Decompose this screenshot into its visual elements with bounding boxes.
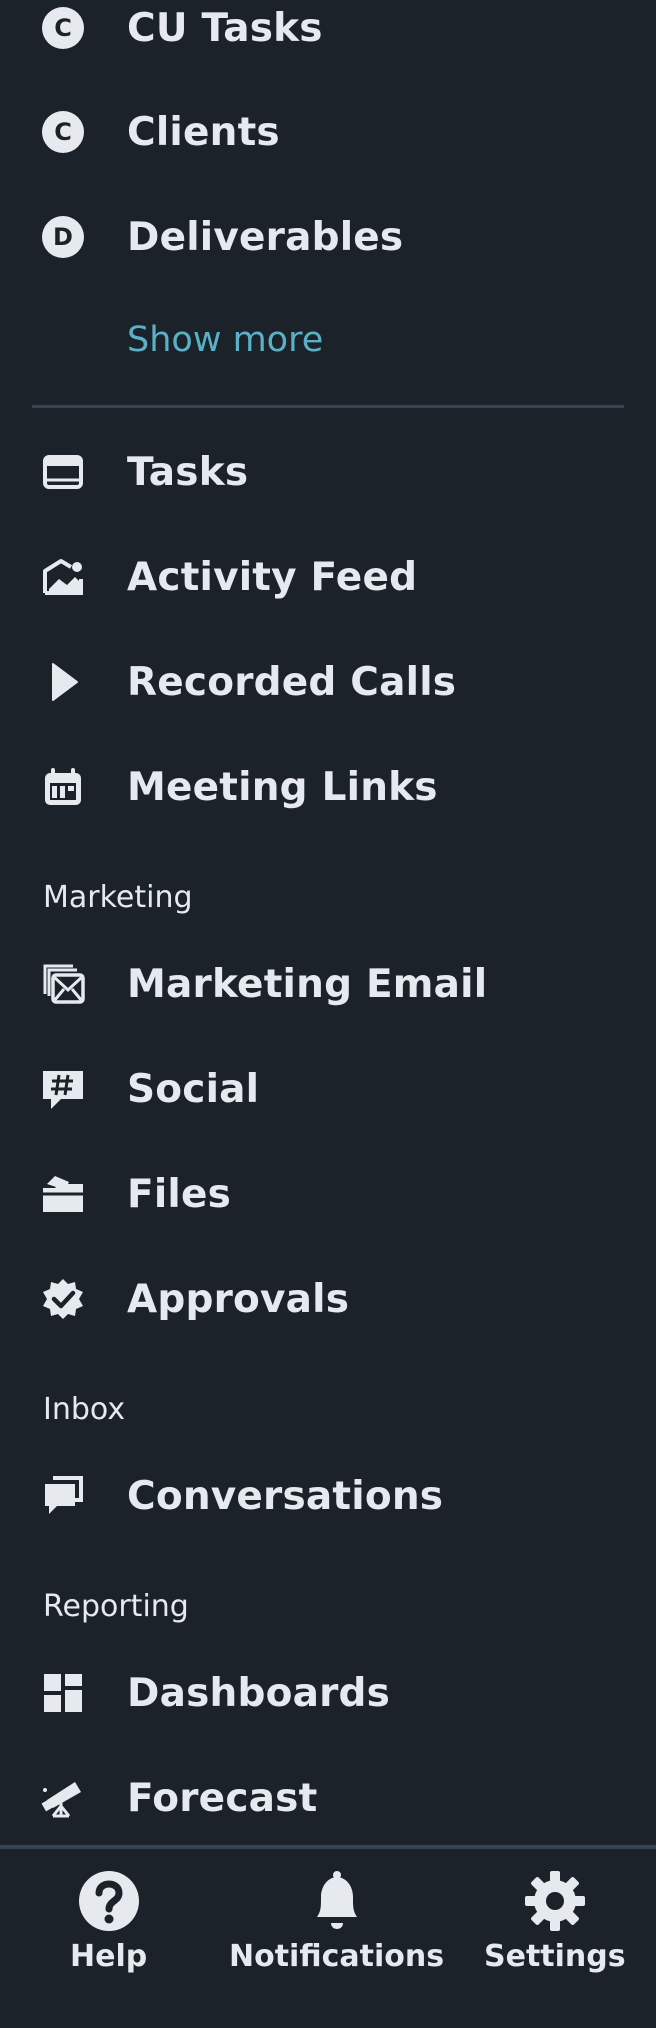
letter-c-badge-icon: C — [40, 109, 86, 155]
folder-icon — [40, 1171, 86, 1217]
notifications-button[interactable]: Notifications — [229, 1869, 444, 1974]
play-icon — [40, 659, 86, 705]
menu-item-approvals[interactable]: Approvals — [0, 1259, 656, 1339]
badge-letter: C — [42, 7, 84, 49]
menu-item-deliverables[interactable]: D Deliverables — [0, 197, 656, 277]
menu-item-conversations[interactable]: Conversations — [0, 1456, 656, 1536]
menu-item-marketing-email[interactable]: Marketing Email — [0, 944, 656, 1024]
menu-item-social[interactable]: Social — [0, 1049, 656, 1129]
activity-feed-icon — [40, 554, 86, 600]
letter-c-badge-icon: C — [40, 5, 86, 51]
menu-item-label: Clients — [127, 109, 280, 155]
help-icon — [78, 1871, 139, 1931]
help-label: Help — [70, 1939, 148, 1974]
menu-item-label: Deliverables — [127, 214, 404, 260]
show-more-link[interactable]: Show more — [127, 320, 323, 360]
menu-item-label: Marketing Email — [127, 961, 488, 1007]
menu-item-meeting-links[interactable]: Meeting Links — [0, 747, 656, 827]
menu-item-label: Dashboards — [127, 1670, 391, 1716]
menu-item-label: Conversations — [127, 1473, 444, 1519]
menu-item-dashboards[interactable]: Dashboards — [0, 1653, 656, 1733]
section-header-inbox: Inbox — [43, 1392, 126, 1427]
settings-button[interactable]: Settings — [484, 1869, 626, 1974]
section-header-reporting: Reporting — [43, 1589, 189, 1624]
menu-item-label: Files — [127, 1171, 232, 1217]
menu-item-label: Activity Feed — [127, 554, 418, 600]
help-button[interactable]: Help — [70, 1869, 147, 1974]
telescope-icon — [40, 1775, 86, 1821]
gear-icon — [524, 1871, 585, 1931]
settings-label: Settings — [484, 1939, 626, 1974]
menu-item-forecast[interactable]: Forecast — [0, 1758, 656, 1838]
marketing-email-icon — [40, 961, 86, 1007]
menu-item-label: Meeting Links — [127, 764, 438, 810]
letter-d-badge-icon: D — [40, 214, 86, 260]
conversations-icon — [40, 1473, 86, 1519]
social-hashtag-icon — [40, 1066, 86, 1112]
menu-item-files[interactable]: Files — [0, 1154, 656, 1234]
menu-item-tasks[interactable]: Tasks — [0, 432, 656, 512]
menu-item-label: Tasks — [127, 449, 249, 495]
menu-item-clients[interactable]: C Clients — [0, 92, 656, 172]
approval-badge-icon — [40, 1276, 86, 1322]
menu-item-label: Forecast — [127, 1775, 318, 1821]
menu-item-recorded-calls[interactable]: Recorded Calls — [0, 642, 656, 722]
menu-item-cu-tasks[interactable]: C CU Tasks — [0, 0, 656, 68]
badge-letter: C — [42, 111, 84, 153]
tasks-icon — [40, 449, 86, 495]
badge-letter: D — [42, 216, 84, 258]
calendar-icon — [40, 764, 86, 810]
menu-item-label: Recorded Calls — [127, 659, 457, 705]
menu-item-label: CU Tasks — [127, 5, 323, 51]
bottom-navigation-bar: Help Notifications Settings — [0, 1845, 656, 2028]
bell-icon — [316, 1871, 357, 1929]
dashboard-icon — [40, 1670, 86, 1716]
section-header-marketing: Marketing — [43, 880, 193, 915]
menu-item-label: Approvals — [127, 1276, 350, 1322]
menu-item-activity-feed[interactable]: Activity Feed — [0, 537, 656, 617]
notifications-label: Notifications — [229, 1939, 445, 1974]
divider — [32, 405, 624, 408]
menu-item-label: Social — [127, 1066, 260, 1112]
